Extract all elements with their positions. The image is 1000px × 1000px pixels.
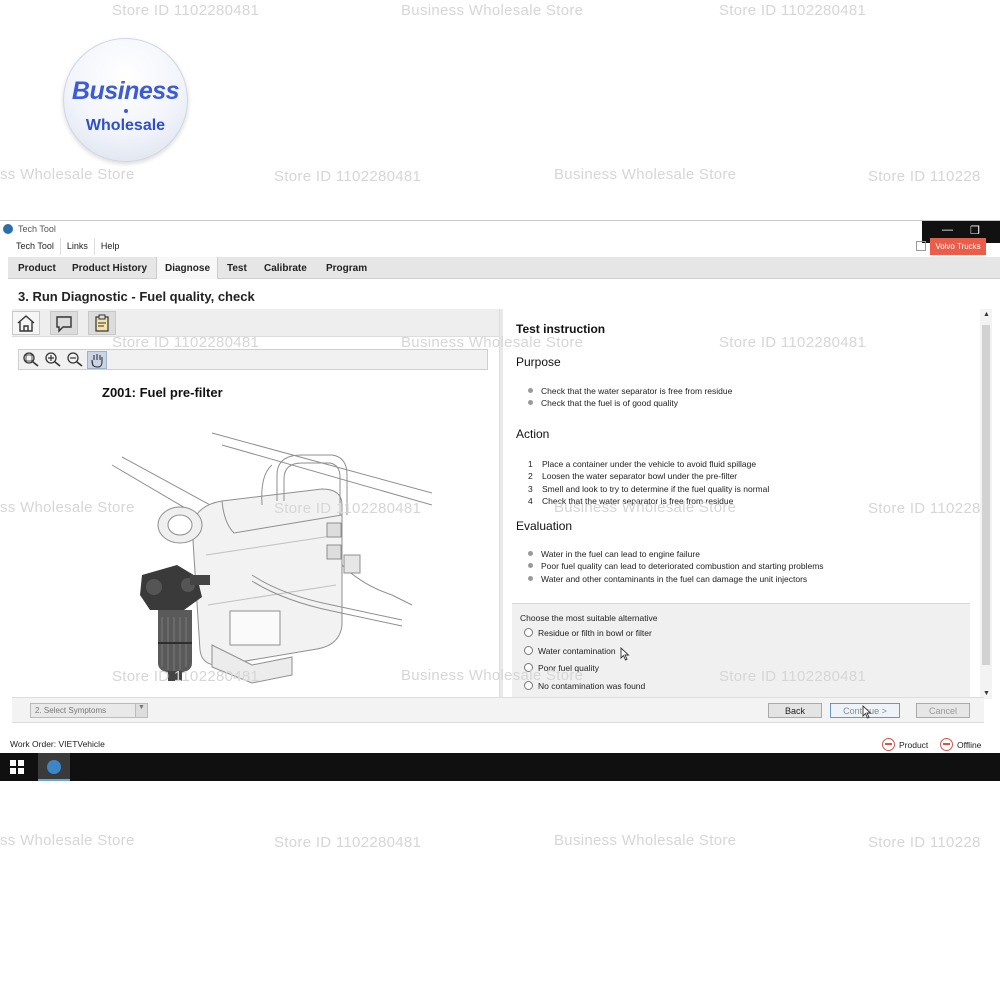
test-instruction-heading: Test instruction [516,322,606,336]
tab-diagnose[interactable]: Diagnose [156,257,218,279]
action-heading: Action [516,427,550,441]
watermark: Store ID 1102280481 [719,2,867,19]
minimize-icon[interactable]: — [942,224,953,236]
view-toolbar [12,309,500,337]
volvo-trucks-button[interactable]: Volvo Trucks [930,238,986,255]
mouse-cursor-icon [620,647,630,661]
watermark: Store ID 1102280481 [274,168,422,185]
logo-line1: Business [71,77,180,105]
chevron-down-icon: ▼ [135,704,147,717]
tab-program[interactable]: Program [326,257,367,279]
scrollbar-thumb[interactable] [982,325,990,665]
zoom-in-icon[interactable] [43,351,63,369]
option-poor-fuel-radio[interactable]: Poor fuel quality [524,663,599,673]
tech-tool-app-icon [3,224,13,234]
tech-tool-window: Tech Tool — ❐ Tech Tool Links Help Volvo T… [0,220,1000,781]
watermark: Store ID 1102280481 [112,2,260,19]
page: Business Wholesale Tech Tool — ❐ Tech To… [0,0,1000,1000]
status-bar: Work Order: VIETVehicle Product Offline [0,733,1000,753]
logo-line2: Wholesale [85,117,166,134]
action-step: 2 Loosen the water separator bowl under t… [528,471,738,481]
offline-status: Offline [940,738,981,751]
work-order-label: Work Order: VIETVehicle [10,739,105,749]
test-instruction-pane: Test instruction Purpose Check that the … [504,309,984,699]
action-step: 4 Check that the water separator is free … [528,496,734,506]
watermark: Store ID 110228 [868,168,981,185]
action-step: 1 Place a container under the vehicle to … [528,459,757,469]
clipboard-button[interactable] [88,311,116,335]
home-icon [17,315,35,332]
purpose-item: Check that the fuel is of good quality [528,398,678,408]
chooser-question: Choose the most suitable alternative [520,613,658,623]
zoom-toolbar [18,349,488,370]
title-bar: Tech Tool [0,221,1000,237]
menu-links[interactable]: Links [61,238,95,255]
store-logo: Business Wholesale [63,38,188,162]
back-button[interactable]: Back [768,703,822,718]
watermark: Business Wholesale Store [554,166,737,183]
menu-help[interactable]: Help [95,238,126,255]
illustration-pane: Z001: Fuel pre-filter [12,309,500,697]
mouse-cursor-icon [862,705,872,719]
option-water-radio[interactable]: Water contamination [524,646,616,656]
main-tabs: Product Product History Diagnose Test Ca… [8,257,1000,279]
page-title: 3. Run Diagnostic - Fuel quality, check [18,289,255,304]
purpose-item: Check that the water separator is free f… [528,386,732,396]
option-residue-radio[interactable]: Residue or filth in bowl or filter [524,628,652,638]
cancel-button[interactable]: Cancel [916,703,970,718]
comment-button[interactable] [50,311,78,335]
logo-dot [124,109,128,113]
tab-product-history[interactable]: Product History [72,257,147,279]
watermark: ss Wholesale Store [0,166,135,183]
evaluation-item: Water in the fuel can lead to engine fai… [528,549,700,559]
watermark: Business Wholesale Store [401,2,584,19]
product-status: Product [882,738,928,751]
scroll-down-icon[interactable]: ▼ [983,690,990,697]
step-select[interactable]: 2. Select Symptoms ▼ [30,703,148,718]
evaluation-item: Water and other contaminants in the fuel… [528,574,807,584]
action-step: 3 Smell and look to try to determine if t… [528,484,770,494]
tab-product[interactable]: Product [18,257,56,279]
zoom-out-icon[interactable] [65,351,85,369]
pan-hand-icon[interactable] [87,351,107,369]
disconnected-icon [940,738,953,751]
disconnected-icon [882,738,895,751]
taskbar-tech-tool-icon[interactable] [38,753,70,781]
menu-bar: Tech Tool Links Help [10,238,125,255]
menu-tech-tool[interactable]: Tech Tool [10,238,61,255]
home-button[interactable] [12,311,40,335]
pane-splitter[interactable] [499,309,503,697]
watermark: ss Wholesale Store [0,832,135,849]
windows-taskbar [0,753,1000,781]
tab-test[interactable]: Test [227,257,247,279]
evaluation-heading: Evaluation [516,519,573,533]
restore-icon[interactable]: ❐ [970,224,980,237]
clipboard-icon [95,314,109,332]
instruction-scrollbar[interactable]: ▲ ▼ [980,309,992,699]
alternative-chooser: Choose the most suitable alternative Res… [512,603,970,699]
navigation-bar: 2. Select Symptoms ▼ Back Continue > Can… [12,697,984,723]
zoom-fit-icon[interactable] [21,351,41,369]
purpose-heading: Purpose [516,355,561,369]
comment-icon [56,316,72,333]
option-no-contamination-radio[interactable]: No contamination was found [524,681,645,691]
watermark: Store ID 1102280481 [274,834,422,851]
watermark: Store ID 110228 [868,834,981,851]
watermark: Business Wholesale Store [554,832,737,849]
scroll-up-icon[interactable]: ▲ [983,311,990,318]
window-title: Tech Tool [18,224,56,234]
fuel-prefilter-illustration [111,432,432,684]
evaluation-item: Poor fuel quality can lead to deteriorat… [528,561,824,571]
tab-calibrate[interactable]: Calibrate [264,257,307,279]
connection-icon[interactable] [916,241,926,251]
windows-start-icon[interactable] [10,760,24,774]
figure-title: Z001: Fuel pre-filter [102,385,223,400]
